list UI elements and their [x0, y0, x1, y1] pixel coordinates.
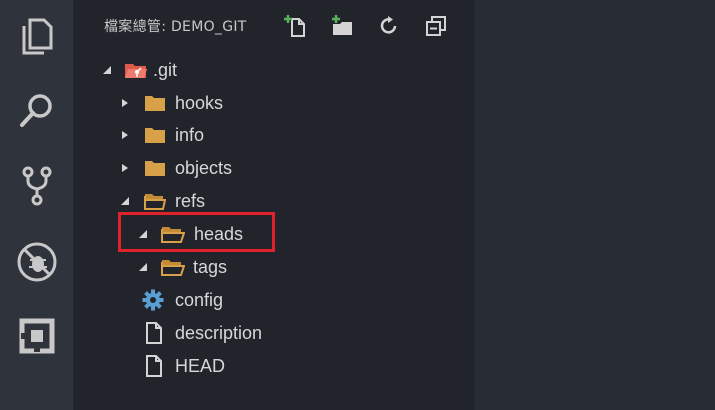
explorer-title: 檔案總管: DEMO_GIT — [104, 19, 247, 35]
explorer-actions — [281, 12, 469, 40]
expanded-arrow-icon — [119, 195, 131, 207]
tree-item-config[interactable]: config — [142, 286, 223, 314]
new-file-icon[interactable] — [281, 12, 309, 40]
git-folder-icon — [123, 60, 149, 80]
tree-item-tags[interactable]: tags — [137, 253, 227, 281]
folder-open-icon — [161, 258, 185, 276]
tree-item-label: objects — [175, 157, 233, 178]
tree-item-label: info — [175, 124, 205, 145]
search-icon[interactable] — [0, 86, 73, 136]
folder-open-icon — [144, 192, 166, 210]
tree-item-info[interactable]: info — [119, 121, 204, 149]
collapsed-arrow-icon — [119, 97, 131, 109]
folder-icon — [144, 126, 166, 144]
extensions-icon[interactable] — [0, 311, 73, 361]
collapse-all-icon[interactable] — [422, 12, 450, 40]
files-icon[interactable] — [0, 11, 73, 61]
new-folder-icon[interactable] — [328, 12, 356, 40]
folder-icon — [144, 94, 166, 112]
collapsed-arrow-icon — [119, 162, 131, 174]
debug-icon[interactable] — [0, 237, 73, 287]
tree-item-label: .git — [153, 59, 178, 80]
refresh-icon[interactable] — [375, 12, 403, 40]
tree-item-label: refs — [175, 190, 206, 211]
tree-item-label: HEAD — [175, 355, 226, 376]
gear-icon — [142, 289, 164, 311]
tree-item-objects[interactable]: objects — [119, 154, 232, 182]
expanded-arrow-icon — [137, 261, 149, 273]
collapsed-arrow-icon — [119, 129, 131, 141]
tree-item-hooks[interactable]: hooks — [119, 89, 223, 117]
tree-item-label: tags — [193, 256, 228, 277]
expanded-arrow-icon — [101, 64, 113, 76]
tree-item-head-file[interactable]: HEAD — [144, 352, 225, 380]
editor-area — [475, 0, 715, 410]
tree-item-description[interactable]: description — [144, 319, 262, 347]
file-icon — [144, 355, 164, 377]
activity-bar — [0, 0, 73, 410]
file-icon — [144, 322, 164, 344]
source-control-icon[interactable] — [0, 161, 73, 211]
tree-item-refs[interactable]: refs — [119, 187, 205, 215]
tree-item-label: description — [175, 322, 263, 343]
tree-item-label: config — [175, 289, 224, 310]
tree-item-git[interactable]: .git — [101, 56, 177, 84]
highlight-box — [118, 212, 275, 252]
folder-icon — [144, 159, 166, 177]
tree-item-label: hooks — [175, 92, 224, 113]
